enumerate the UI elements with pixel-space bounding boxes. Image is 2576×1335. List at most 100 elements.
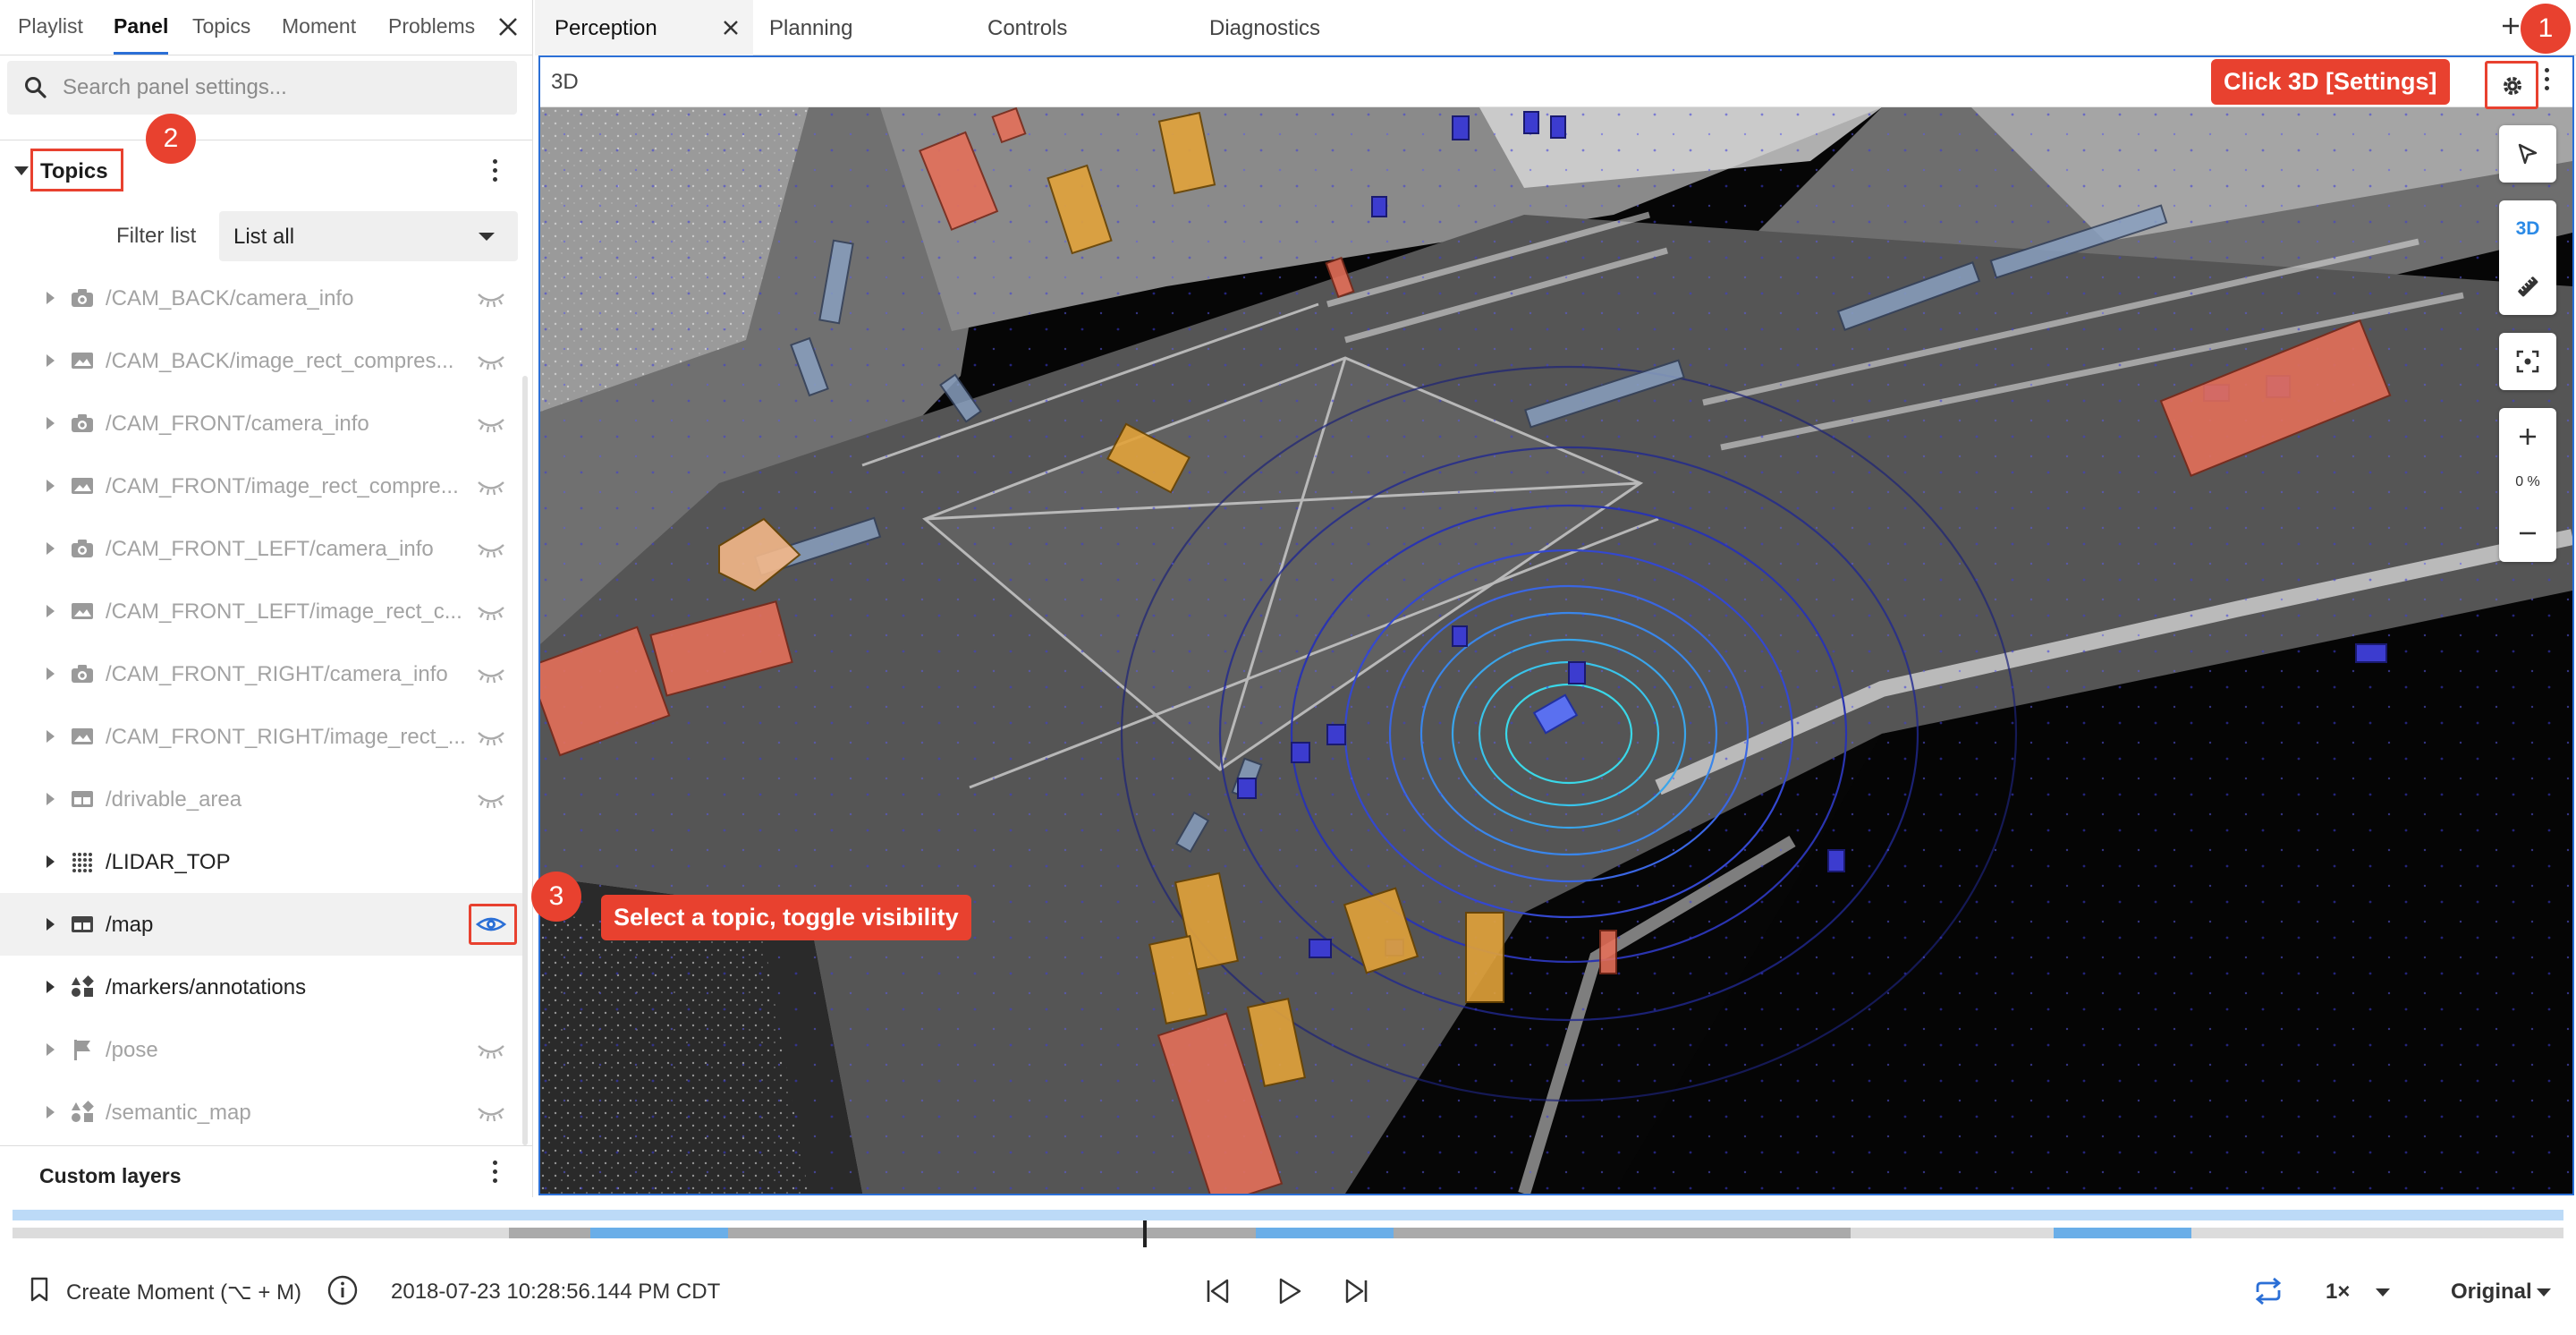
- chevron-right-icon[interactable]: [47, 354, 55, 367]
- topic-row[interactable]: /drivable_area: [0, 768, 528, 830]
- chevron-right-icon[interactable]: [47, 918, 55, 931]
- measure-tool[interactable]: [2499, 258, 2556, 315]
- tab-label: Controls: [987, 16, 1068, 40]
- eye-closed-icon[interactable]: [476, 725, 506, 748]
- zoom-out-button[interactable]: [2499, 505, 2556, 562]
- tab-topics[interactable]: Topics: [192, 14, 250, 38]
- eye-closed-icon[interactable]: [476, 1101, 506, 1124]
- chevron-right-icon[interactable]: [47, 668, 55, 680]
- chevron-right-icon[interactable]: [47, 417, 55, 429]
- select-tool[interactable]: [2499, 125, 2556, 183]
- bookmark-icon[interactable]: [29, 1276, 50, 1303]
- zoom-in-button[interactable]: [2499, 408, 2556, 465]
- topic-row[interactable]: /CAM_FRONT_LEFT/camera_info: [0, 517, 528, 580]
- tab-playlist[interactable]: Playlist: [18, 14, 83, 38]
- chevron-down-icon[interactable]: [2537, 1288, 2551, 1297]
- annotation-callout-settings: Click 3D [Settings]: [2211, 59, 2450, 105]
- sidebar-scrollbar[interactable]: [522, 376, 528, 1145]
- playback-timeline[interactable]: [13, 1206, 2563, 1247]
- quality-select[interactable]: Original: [2451, 1280, 2532, 1305]
- grid-map-icon: [70, 787, 95, 811]
- more-options-icon[interactable]: [492, 159, 497, 184]
- 3d-panel[interactable]: 3D: [538, 55, 2574, 1195]
- zoom-toolbar: 0 %: [2499, 408, 2556, 562]
- chevron-down-icon[interactable]: [14, 166, 29, 175]
- eye-closed-icon[interactable]: [476, 537, 506, 560]
- panel-more-icon[interactable]: [2542, 68, 2551, 100]
- 3d-scene-view[interactable]: [540, 107, 2572, 1194]
- chevron-right-icon[interactable]: [47, 793, 55, 805]
- skip-back-icon[interactable]: [1202, 1276, 1233, 1306]
- topic-row[interactable]: /map: [0, 893, 528, 956]
- topic-row[interactable]: /CAM_FRONT_RIGHT/camera_info: [0, 642, 528, 705]
- chevron-right-icon[interactable]: [47, 981, 55, 993]
- chevron-right-icon[interactable]: [47, 292, 55, 304]
- 3d-mode-toggle[interactable]: 3D: [2499, 200, 2556, 258]
- chevron-right-icon[interactable]: [47, 730, 55, 743]
- close-icon[interactable]: [718, 15, 743, 40]
- tab-label: Perception: [555, 16, 657, 40]
- cursor-icon: [2518, 143, 2538, 165]
- info-icon[interactable]: [326, 1274, 359, 1306]
- loop-icon[interactable]: [2252, 1276, 2284, 1306]
- playback-speed-select[interactable]: 1×: [2326, 1280, 2350, 1305]
- minus-icon: [2520, 531, 2536, 535]
- chevron-right-icon[interactable]: [47, 605, 55, 617]
- filter-select[interactable]: List all: [219, 211, 518, 261]
- playhead[interactable]: [1143, 1220, 1147, 1247]
- filter-label: Filter list: [116, 224, 197, 248]
- play-icon[interactable]: [1274, 1276, 1304, 1306]
- topics-section-header[interactable]: Topics: [0, 143, 533, 200]
- recenter-button[interactable]: [2499, 333, 2556, 390]
- tab-diagnostics[interactable]: Diagnostics: [1182, 0, 1415, 55]
- topic-row[interactable]: /LIDAR_TOP: [0, 830, 528, 893]
- topic-row[interactable]: /pose: [0, 1018, 528, 1081]
- topic-label: /CAM_FRONT/image_rect_compre...: [106, 474, 459, 498]
- chevron-right-icon[interactable]: [47, 480, 55, 492]
- topic-row[interactable]: /CAM_BACK/image_rect_compres...: [0, 329, 528, 392]
- search-box: [7, 61, 517, 115]
- more-options-icon[interactable]: [492, 1161, 497, 1186]
- topic-row[interactable]: /CAM_FRONT/camera_info: [0, 392, 528, 455]
- eye-closed-icon[interactable]: [476, 1038, 506, 1061]
- topic-row[interactable]: /CAM_FRONT_RIGHT/image_rect_...: [0, 705, 528, 768]
- eye-icon[interactable]: [475, 913, 507, 936]
- search-input[interactable]: [63, 72, 501, 104]
- plus-icon: [2520, 429, 2536, 445]
- tab-planning[interactable]: Planning: [753, 0, 968, 55]
- chevron-right-icon[interactable]: [47, 1106, 55, 1118]
- tab-controls[interactable]: Controls: [968, 0, 1182, 55]
- 3d-settings-button[interactable]: [2485, 61, 2538, 109]
- tab-problems[interactable]: Problems: [388, 14, 475, 38]
- tab-panel[interactable]: Panel: [114, 14, 169, 55]
- shapes-icon: [70, 975, 95, 999]
- custom-layers-section[interactable]: Custom layers: [0, 1145, 533, 1197]
- tab-perception[interactable]: Perception: [535, 0, 753, 55]
- eye-closed-icon[interactable]: [476, 349, 506, 372]
- eye-closed-icon[interactable]: [476, 662, 506, 685]
- eye-closed-icon[interactable]: [476, 412, 506, 435]
- topic-row[interactable]: /semantic_map: [0, 1081, 528, 1144]
- eye-closed-icon[interactable]: [476, 787, 506, 811]
- close-icon[interactable]: [494, 13, 522, 41]
- camera-icon: [70, 662, 95, 685]
- topic-row[interactable]: /CAM_FRONT_LEFT/image_rect_c...: [0, 580, 528, 642]
- zoom-level: 0 %: [2499, 465, 2556, 505]
- eye-closed-icon[interactable]: [476, 286, 506, 310]
- topic-label: /markers/annotations: [106, 975, 307, 999]
- topic-row[interactable]: /markers/annotations: [0, 956, 528, 1018]
- topic-label: /CAM_BACK/image_rect_compres...: [106, 349, 454, 373]
- annotation-badge-2: 2: [146, 114, 196, 164]
- eye-closed-icon[interactable]: [476, 474, 506, 497]
- topic-row[interactable]: /CAM_BACK/camera_info: [0, 267, 528, 329]
- eye-closed-icon[interactable]: [476, 599, 506, 623]
- topic-label: /pose: [106, 1038, 158, 1062]
- chevron-down-icon[interactable]: [2376, 1288, 2390, 1297]
- create-moment-button[interactable]: Create Moment (⌥ + M): [66, 1280, 301, 1305]
- tab-moment[interactable]: Moment: [282, 14, 356, 38]
- topic-row[interactable]: /CAM_FRONT/image_rect_compre...: [0, 455, 528, 517]
- chevron-right-icon[interactable]: [47, 542, 55, 555]
- skip-forward-icon[interactable]: [1342, 1276, 1372, 1306]
- chevron-right-icon[interactable]: [47, 1043, 55, 1056]
- chevron-right-icon[interactable]: [47, 855, 55, 868]
